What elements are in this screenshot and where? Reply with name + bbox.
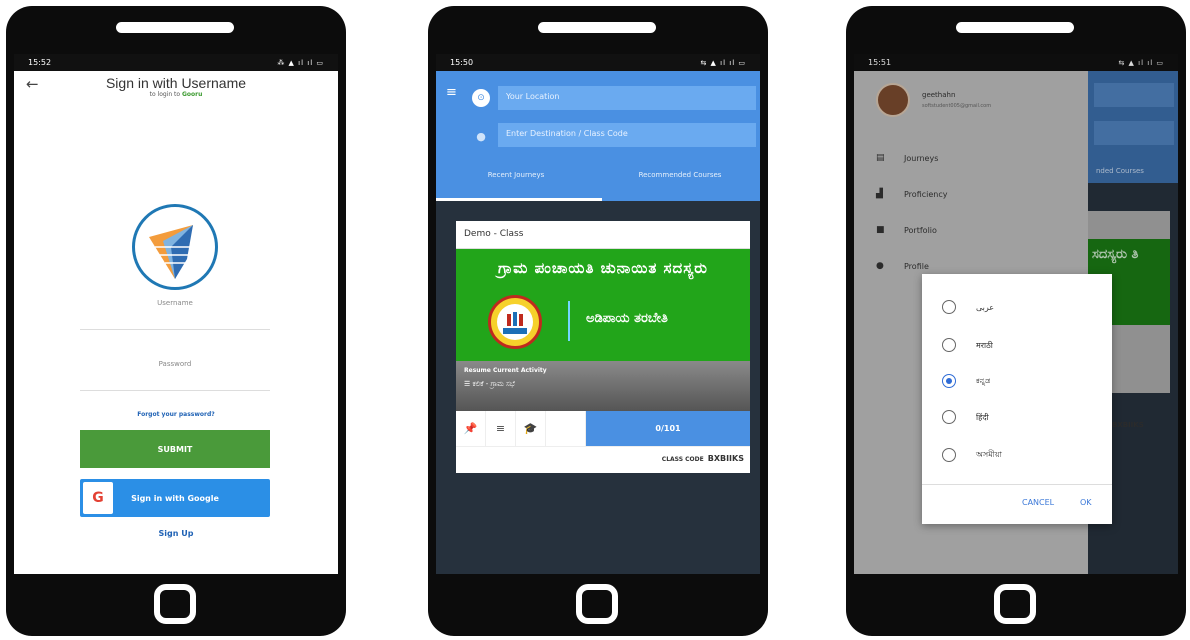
class-code: CLASS CODE BXBIIKS (662, 454, 744, 463)
status-time: 15:52 (28, 58, 52, 67)
tab-recent-journeys[interactable]: Recent Journeys (436, 171, 596, 179)
phone-frame-home: 15:50 ⇆ ▲ ıl ıl ▭ ≡ ⊙ Your Location ● En… (428, 6, 768, 636)
status-icons: ⇆ ▲ ıl ıl ▭ (700, 58, 746, 67)
class-code-value: BXBIIKS (707, 454, 744, 463)
language-option-marathi[interactable]: मराठी (942, 338, 993, 352)
radio-button-selected[interactable] (942, 374, 956, 388)
username-field[interactable]: Username (80, 299, 270, 330)
google-g-icon: G (83, 482, 113, 514)
destination-pin-icon: ● (476, 129, 486, 143)
status-icons: ⁂ ▲ ıl ıl ▭ (277, 58, 324, 67)
language-label: मराठी (976, 340, 993, 350)
banner-divider (568, 301, 570, 341)
gooru-logo-icon (132, 204, 218, 290)
class-banner: ಗ್ರಾಮ ಪಂಚಾಯತಿ ಚುನಾಯಿತ ಸದಸ್ಯರು ಅಡಿಪಾಯ ತರಬ… (456, 249, 750, 361)
sort-icon[interactable]: ≡ (486, 411, 516, 446)
home-screen: 15:50 ⇆ ▲ ıl ıl ▭ ≡ ⊙ Your Location ● En… (436, 54, 760, 574)
resume-activity: ☰ ಕಲಿಕೆ - ಗ್ರಾಮ ಸಭೆ (464, 380, 742, 389)
signin-header: ← Sign in with Username to login to Goor… (14, 71, 338, 111)
resume-label: Resume Current Activity (464, 367, 547, 374)
subtitle-brand: Gooru (181, 91, 203, 98)
speaker-grille (538, 22, 656, 33)
active-tab-indicator (436, 198, 602, 201)
phone-frame-language: 15:51 ⇆ ▲ ıl ıl ▭ nded Courses ಸದಸ್ಯರು ತ… (846, 6, 1186, 636)
banner-title: ಗ್ರಾಮ ಪಂಚಾಯತಿ ಚುನಾಯಿತ ಸದಸ್ಯರು (498, 259, 708, 277)
ok-button[interactable]: OK (1080, 498, 1092, 507)
status-bar: 15:50 ⇆ ▲ ıl ıl ▭ (436, 54, 760, 71)
phone-frame-signin: 15:52 ⁂ ▲ ıl ıl ▭ ← Sign in with Usernam… (6, 6, 346, 636)
page-subtitle: to login to Gooru (14, 91, 338, 98)
graduation-cap-icon[interactable]: 🎓 (516, 411, 546, 446)
google-signin-label: Sign in with Google (131, 493, 219, 503)
speaker-grille (116, 22, 234, 33)
home-header: ≡ ⊙ Your Location ● Enter Destination / … (436, 71, 760, 201)
language-option-assamese[interactable]: অসমীয়া (942, 448, 1002, 462)
signup-link[interactable]: Sign Up (14, 529, 338, 538)
resume-activity-name: ಕಲಿಕೆ - ಗ್ರಾಮ ಸಭೆ (472, 380, 515, 388)
class-card[interactable]: Demo - Class ಗ್ರಾಮ ಪಂಚಾಯತಿ ಚುನಾಯಿತ ಸದಸ್ಯ… (456, 221, 750, 473)
dialog-divider (922, 484, 1112, 485)
banner-subtitle: ಅಡಿಪಾಯ ತರಬೇತಿ (586, 311, 668, 326)
language-dialog: عربى मराठी ಕನ್ನಡ हिंदी অসমীয়া CANCEL OK (922, 274, 1112, 524)
page-title: Sign in with Username (105, 75, 247, 91)
language-label: ಕನ್ನಡ (976, 376, 991, 385)
language-label: عربى (976, 302, 995, 312)
language-option-kannada[interactable]: ಕನ್ನಡ (942, 374, 990, 388)
radio-button[interactable] (942, 300, 956, 314)
language-screen: 15:51 ⇆ ▲ ıl ıl ▭ nded Courses ಸದಸ್ಯರು ತ… (854, 54, 1178, 574)
radio-button[interactable] (942, 338, 956, 352)
language-option-hindi[interactable]: हिंदी (942, 410, 989, 424)
status-time: 15:50 (450, 58, 474, 67)
password-field[interactable]: Password (80, 360, 270, 391)
google-signin-button[interactable]: G Sign in with Google (80, 479, 270, 517)
card-action-bar: 📌 ≡ 🎓 0/101 (456, 411, 750, 447)
language-label: हिंदी (976, 412, 989, 422)
class-card-title: Demo - Class (456, 221, 750, 249)
hamburger-menu-icon[interactable]: ≡ (446, 85, 457, 100)
signin-screen: 15:52 ⁂ ▲ ıl ıl ▭ ← Sign in with Usernam… (14, 54, 338, 574)
progress-count[interactable]: 0/101 (586, 411, 750, 446)
emblem-icon (488, 295, 542, 349)
language-label: অসমীয়া (976, 449, 1002, 459)
cancel-button[interactable]: CANCEL (1022, 498, 1054, 507)
tab-recommended-courses[interactable]: Recommended Courses (600, 171, 760, 179)
back-arrow-icon[interactable]: ← (26, 75, 39, 93)
radio-button[interactable] (942, 448, 956, 462)
class-code-label: CLASS CODE (661, 456, 704, 463)
speaker-grille (956, 22, 1074, 33)
home-button[interactable] (994, 584, 1036, 624)
destination-input[interactable]: Enter Destination / Class Code (498, 123, 756, 147)
subtitle-prefix: to login to (149, 91, 182, 98)
home-button[interactable] (576, 584, 618, 624)
status-bar: 15:52 ⁂ ▲ ıl ıl ▭ (14, 54, 338, 71)
empty-slot (546, 411, 586, 446)
location-pin-icon: ⊙ (472, 89, 490, 107)
pin-icon[interactable]: 📌 (456, 411, 486, 446)
your-location-input[interactable]: Your Location (498, 86, 756, 110)
radio-button[interactable] (942, 410, 956, 424)
list-icon: ☰ (464, 380, 473, 388)
home-button[interactable] (154, 584, 196, 624)
submit-button[interactable]: SUBMIT (80, 430, 270, 468)
language-option-arabic[interactable]: عربى (942, 300, 994, 314)
forgot-password-link[interactable]: Forgot your password? (14, 411, 338, 418)
resume-activity-section[interactable]: Resume Current Activity ☰ ಕಲಿಕೆ - ಗ್ರಾಮ … (456, 361, 750, 411)
